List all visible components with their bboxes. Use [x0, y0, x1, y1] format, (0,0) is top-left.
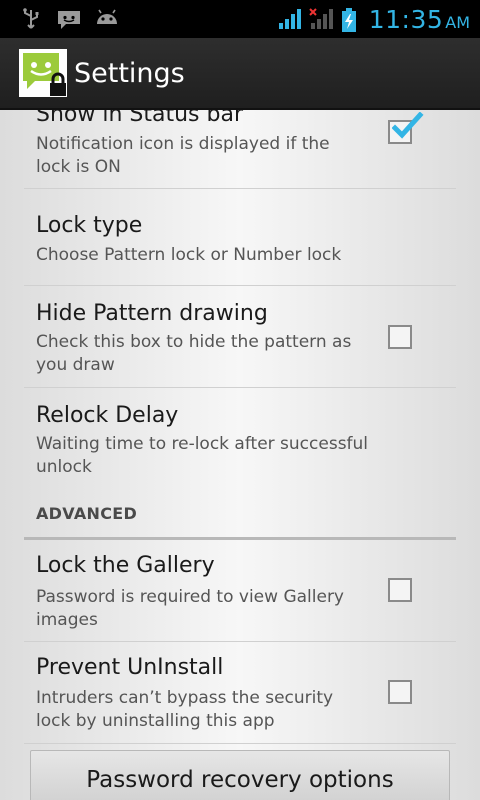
pref-relock-delay[interactable]: Relock Delay Waiting time to re-lock aft… [24, 388, 456, 500]
status-bar: 11:35 AM [0, 0, 480, 38]
signal-icon [277, 8, 303, 30]
pref-summary: Waiting time to re-lock after successful… [36, 434, 369, 477]
page-title: Settings [74, 57, 185, 89]
pref-title: Show in Status bar [36, 110, 243, 127]
clock: 11:35 AM [369, 5, 470, 34]
settings-list[interactable]: Show in Status bar Notification icon is … [0, 110, 480, 800]
show-in-status-bar-checkbox[interactable] [388, 112, 424, 144]
pref-summary: Intruders can’t bypass the security lock… [36, 688, 334, 731]
app-lock-icon[interactable] [19, 49, 67, 97]
clock-ampm: AM [445, 12, 470, 32]
pref-show-in-status-bar[interactable]: Show in Status bar Notification icon is … [24, 110, 456, 189]
prevent-uninstall-checkbox[interactable] [388, 680, 412, 704]
pref-summary: Choose Pattern lock or Number lock [36, 245, 342, 265]
pref-summary: Check this box to hide the pattern as yo… [36, 332, 352, 375]
pref-summary: Notification icon is displayed if the lo… [36, 134, 330, 177]
pref-title: Lock type [36, 213, 143, 238]
section-header-advanced: ADVANCED [24, 494, 456, 540]
pref-title: Lock the Gallery [36, 553, 215, 578]
password-recovery-label: Password recovery options [86, 767, 394, 793]
pref-title: Hide Pattern drawing [36, 301, 268, 326]
checkmark-icon [392, 112, 424, 139]
hide-pattern-checkbox[interactable] [388, 325, 412, 349]
no-signal-icon [308, 8, 335, 30]
pref-title: Prevent UnInstall [36, 655, 224, 680]
pref-title: Relock Delay [36, 403, 179, 428]
message-icon [56, 8, 82, 30]
pref-prevent-uninstall[interactable]: Prevent UnInstall Intruders can’t bypass… [24, 642, 456, 744]
action-bar: Settings [0, 38, 480, 110]
pref-lock-the-gallery[interactable]: Lock the Gallery Password is required to… [24, 541, 456, 642]
clock-time: 11:35 [368, 4, 444, 34]
pref-summary: Password is required to view Gallery ima… [36, 587, 344, 630]
lock-gallery-checkbox[interactable] [388, 578, 412, 602]
pref-hide-pattern-drawing[interactable]: Hide Pattern drawing Check this box to h… [24, 286, 456, 388]
section-label: ADVANCED [36, 504, 138, 523]
usb-icon [18, 8, 44, 30]
android-debug-icon [94, 8, 120, 30]
pref-lock-type[interactable]: Lock type Choose Pattern lock or Number … [24, 189, 456, 286]
battery-charging-icon [341, 8, 357, 32]
password-recovery-button[interactable]: Password recovery options [30, 750, 450, 800]
